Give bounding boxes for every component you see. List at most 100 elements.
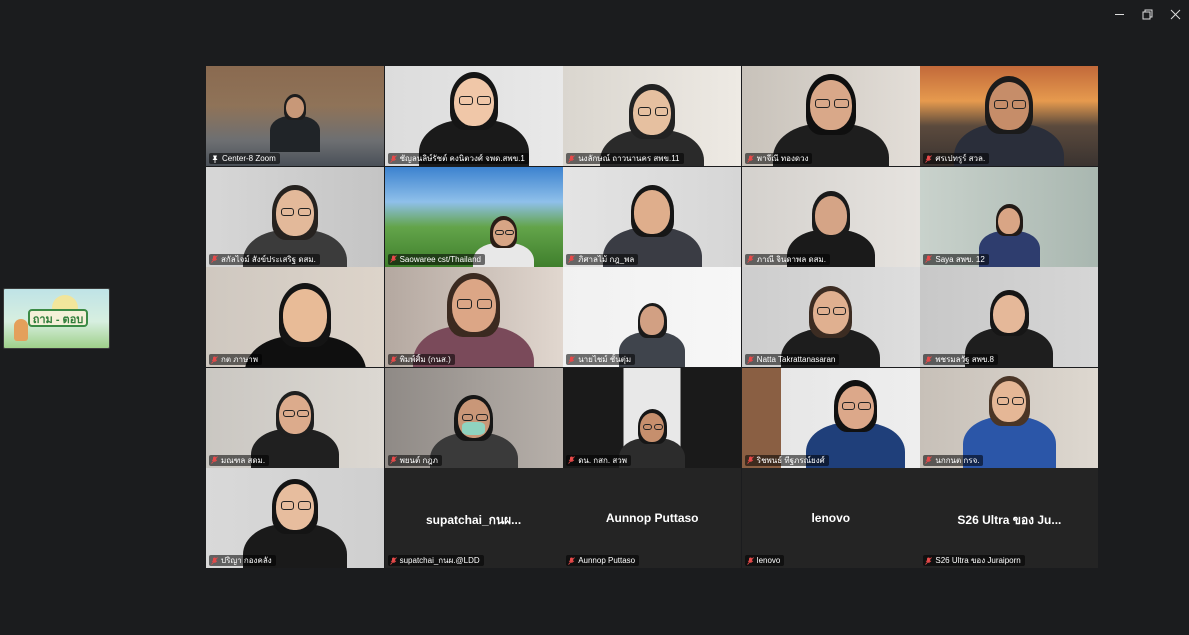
participant-tile[interactable]: ภิศาลไม้ กฎ_พล	[563, 166, 742, 267]
muted-mic-icon	[568, 255, 576, 263]
participant-name-label: S26 Ultra ของ Juraiporn	[923, 555, 1025, 567]
participant-name-label: พาจีณี ทองดวง	[744, 153, 813, 164]
participant-tile[interactable]: พยนต์ กฎภ	[384, 367, 563, 468]
muted-mic-icon	[389, 355, 397, 364]
participant-name: พชรมลวัฐ สพข.8	[935, 355, 994, 365]
participant-tile[interactable]: Center-8 Zoom	[206, 66, 384, 166]
person-face	[998, 207, 1021, 235]
participant-tile[interactable]: supatchai_กนผ... supatchai_กนผ.@LDD	[384, 468, 563, 569]
participant-tile[interactable]: มณฑล สดม.	[206, 367, 384, 468]
glasses-left	[996, 396, 1009, 405]
muted-mic-icon	[925, 557, 933, 565]
participant-name-label: Natta Takrattanasaran	[744, 354, 840, 366]
glasses-left	[283, 409, 295, 418]
person-face	[814, 196, 847, 235]
thumbnail-title: ถาม - ตอบ	[32, 314, 84, 326]
participant-name-label: ดน. กสก. สวพ	[566, 454, 631, 466]
close-button[interactable]	[1161, 0, 1189, 28]
participant-name: Aunnop Puttaso	[578, 556, 636, 566]
glasses-right	[505, 229, 514, 236]
participant-name-label: ริชพนธ์ ทีฐภรณ์ยงศ์	[744, 454, 829, 466]
participant-tile[interactable]: กต ภาษาพ	[206, 267, 384, 368]
participant-name-label: พชรมลวัฐ สพข.8	[923, 354, 998, 366]
minimize-button[interactable]	[1105, 0, 1133, 28]
glasses-left	[457, 299, 473, 309]
participant-tile[interactable]: ศรเปทรูร์ สวล.	[920, 66, 1099, 166]
glasses-left	[842, 401, 856, 411]
glasses-right	[297, 207, 312, 217]
participant-tile[interactable]: ชัญลนลิษ์รัชต์ คงนิตวงศ์ จพด.สพข.1	[384, 66, 563, 166]
participant-name: สกัลไจม์ สังข์ประเสริฐ ดสม.	[221, 254, 316, 264]
participant-tile[interactable]: Saowaree cst/Thailand	[384, 166, 563, 267]
participant-tile[interactable]: Natta Takrattanasaran	[741, 267, 920, 368]
glasses-left	[458, 96, 473, 105]
muted-mic-icon	[211, 355, 218, 364]
participant-name-label: ภาณี จินดาพล ดสม.	[744, 253, 831, 265]
muted-mic-icon	[568, 456, 576, 465]
participant-tile[interactable]: นกกนต กรจ.	[920, 367, 1099, 468]
glasses-right	[297, 409, 309, 418]
participant-tile[interactable]: Aunnop Puttaso Aunnop Puttaso	[563, 468, 742, 569]
participant-name: ภิศาลไม้ กฎ_พล	[578, 254, 635, 264]
participant-tile[interactable]: ริชพนธ์ ทีฐภรณ์ยงศ์	[741, 367, 920, 468]
glasses-right	[833, 307, 847, 316]
muted-mic-icon	[746, 255, 754, 263]
restore-icon	[1142, 9, 1152, 19]
participant-tile[interactable]: พิมพ์ศิ้ม (กนส.)	[384, 267, 563, 368]
glasses-left	[643, 423, 653, 430]
person-body	[270, 115, 320, 152]
video-grid: Center-8 Zoom ชัญลนลิษ์รัชต์ คงนิตวงศ์ จพ…	[206, 66, 1099, 569]
participant-tile[interactable]: นายไชม์ ชั้นตุ่ม	[563, 267, 742, 368]
participant-tile[interactable]: Saya สพข. 12	[920, 166, 1099, 267]
person-face	[993, 294, 1026, 334]
glasses-left	[495, 229, 504, 236]
glasses-right	[475, 413, 488, 422]
participant-tile[interactable]: lenovo lenovo	[741, 468, 920, 569]
window-controls	[1105, 0, 1189, 28]
participant-display-name: S26 Ultra ของ Ju...	[957, 513, 1062, 528]
participant-name: Saowaree cst/Thailand	[399, 254, 481, 264]
glasses-right	[858, 401, 872, 411]
participant-display-name: Aunnop Puttaso	[605, 511, 699, 526]
glasses-right	[476, 299, 493, 309]
participant-name-label: ชัญลนลิษ์รัชต์ คงนิตวงศ์ จพด.สพข.1	[387, 153, 529, 164]
glasses-right	[476, 96, 491, 105]
glasses-left	[280, 501, 295, 511]
participant-name-label: กต ภาษาพ	[209, 354, 263, 366]
participant-tile[interactable]: ดน. กสก. สวพ	[563, 367, 742, 468]
participant-name: พิมพ์ศิ้ม (กนส.)	[399, 355, 451, 365]
participant-name-label: สกัลไจม์ สังข์ประเสริฐ ดสม.	[209, 253, 320, 265]
participant-tile[interactable]: S26 Ultra ของ Ju... S26 Ultra ของ Juraipo…	[920, 468, 1099, 569]
participant-name: lenovo	[756, 556, 781, 566]
person-face	[634, 190, 671, 234]
person-face	[286, 96, 304, 119]
participant-name: ดน. กสก. สวพ	[578, 455, 627, 465]
muted-mic-icon	[925, 255, 933, 263]
participant-name: พยนต์ กฎภ	[399, 455, 438, 465]
participant-tile[interactable]: พาจีณี ทองดวง	[741, 66, 920, 166]
participant-name: S26 Ultra ของ Juraiporn	[935, 556, 1021, 566]
participant-tile[interactable]: ปริญา กองคลัง	[206, 468, 384, 569]
participant-name: ภาณี จินดาพล ดสม.	[756, 254, 827, 264]
participant-tile[interactable]: ภาณี จินดาพล ดสม.	[741, 166, 920, 267]
participant-tile[interactable]: นงลักษณ์ ถาวนานคร สพข.11	[563, 66, 742, 166]
person-face	[640, 306, 665, 336]
participant-name-label: นกกนต กรจ.	[923, 454, 984, 466]
participant-name: นกกนต กรจ.	[935, 455, 980, 465]
restore-button[interactable]	[1133, 0, 1161, 28]
muted-mic-icon	[389, 255, 397, 263]
face-mask	[462, 421, 485, 435]
glasses-right	[655, 107, 669, 116]
muted-mic-icon	[568, 557, 576, 565]
glasses-left	[461, 413, 474, 422]
cartoon-girl-image	[14, 319, 28, 341]
glasses-left	[637, 107, 652, 116]
participant-name: นายไชม์ ชั้นตุ่ม	[578, 355, 632, 365]
shared-screen-thumbnail[interactable]: ถาม - ตอบ	[3, 288, 110, 349]
minimize-icon	[1114, 13, 1124, 15]
participant-tile[interactable]: สกัลไจม์ สังข์ประเสริฐ ดสม.	[206, 166, 384, 267]
participant-name: นงลักษณ์ ถาวนานคร สพข.11	[578, 154, 680, 163]
pin-icon	[211, 155, 219, 163]
participant-name-label: Saowaree cst/Thailand	[387, 253, 485, 265]
participant-tile[interactable]: พชรมลวัฐ สพข.8	[920, 267, 1099, 368]
